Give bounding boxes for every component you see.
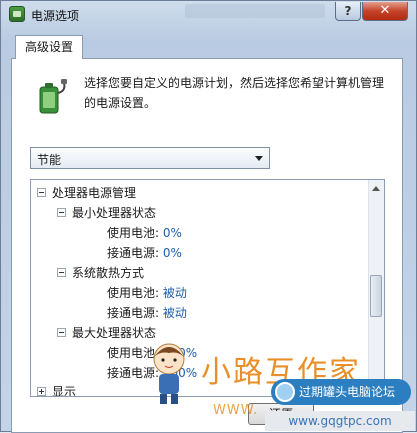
close-button[interactable]: ✕ — [362, 2, 408, 21]
collapse-icon[interactable] — [57, 328, 66, 337]
power-plan-value: 节能 — [37, 153, 62, 167]
tree-item-min-ac: 接通电源: 0% — [107, 244, 182, 262]
power-options-window: 电源选项 ? ✕ 高级设置 选择您要自定义的电源计划，然后选择您希望计算机管理的… — [0, 0, 417, 433]
watermark-url: www.gqgtpc.com — [265, 411, 415, 431]
setting-label: 使用电池: — [107, 286, 160, 300]
setting-label: 使用电池: — [107, 226, 160, 240]
power-options-icon — [9, 6, 25, 22]
setting-value-link[interactable]: 被动 — [163, 306, 187, 320]
tree-item-label: 处理器电源管理 — [52, 186, 137, 200]
setting-label: 接通电源: — [107, 306, 160, 320]
tree-item-display[interactable]: 显示 — [37, 383, 77, 397]
tree-item-max-processor-state[interactable]: 最大处理器状态 — [57, 324, 156, 342]
tree-item-label: 系统散热方式 — [72, 266, 145, 280]
tree-item-cooling-battery: 使用电池: 被动 — [107, 284, 187, 302]
tree-item-min-processor-state[interactable]: 最小处理器状态 — [57, 204, 156, 222]
setting-value-link[interactable]: 被动 — [163, 286, 187, 300]
watermark-badge: 过期罐头电脑论坛 — [271, 379, 411, 405]
battery-power-icon — [39, 79, 67, 114]
scroll-up-arrow-icon[interactable] — [372, 186, 380, 191]
tree-item-processor-power[interactable]: 处理器电源管理 — [37, 184, 136, 202]
setting-value-link[interactable]: 0% — [163, 226, 182, 240]
tree-scrollbar[interactable] — [368, 180, 384, 396]
intro-text: 选择您要自定义的电源计划，然后选择您希望计算机管理的电源设置。 — [84, 76, 385, 110]
collapse-icon[interactable] — [37, 188, 46, 197]
chevron-down-icon — [255, 156, 263, 161]
collapse-icon[interactable] — [57, 268, 66, 277]
power-plan-select[interactable]: 节能 — [30, 147, 270, 169]
collapse-icon[interactable] — [57, 208, 66, 217]
tree-item-label: 最小处理器状态 — [72, 206, 157, 220]
tree-item-min-battery: 使用电池: 0% — [107, 224, 182, 242]
watermark-cartoon-figure — [153, 343, 185, 404]
watermark-www-text: WWW. — [213, 403, 259, 418]
blurred-title-area — [185, 4, 325, 18]
tree-item-system-cooling[interactable]: 系统散热方式 — [57, 264, 144, 282]
tree-item-cooling-ac: 接通电源: 被动 — [107, 304, 187, 322]
title-bar[interactable]: 电源选项 ? ✕ — [1, 1, 416, 27]
window-title: 电源选项 — [31, 9, 80, 23]
setting-label: 接通电源: — [107, 246, 160, 260]
expand-icon[interactable] — [37, 387, 46, 396]
tree-item-label: 最大处理器状态 — [72, 326, 157, 340]
setting-value-link[interactable]: 0% — [163, 246, 182, 260]
scroll-thumb[interactable] — [370, 275, 382, 317]
tab-advanced-settings[interactable]: 高级设置 — [15, 35, 83, 59]
help-button[interactable]: ? — [335, 2, 361, 21]
tree-item-label: 显示 — [52, 385, 77, 397]
